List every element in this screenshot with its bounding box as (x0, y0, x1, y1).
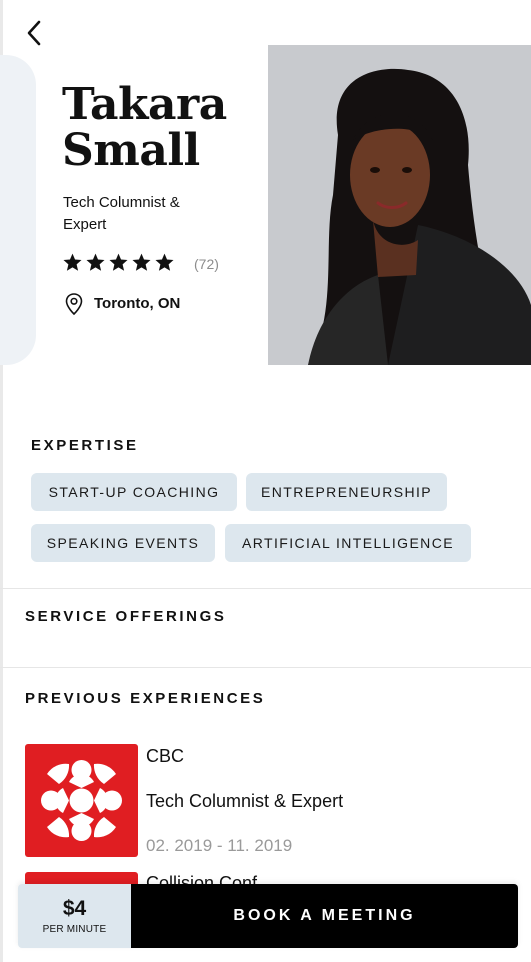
experience-role: Tech Columnist & Expert (146, 791, 344, 811)
rating-count: (72) (194, 256, 219, 272)
location-pin-icon (65, 293, 83, 316)
expertise-title: EXPERTISE (31, 437, 139, 454)
expertise-tag[interactable]: ARTIFICIAL INTELLIGENCE (225, 524, 471, 562)
cbc-gem-logo (25, 744, 138, 857)
profile-name: Takara Small (62, 82, 227, 174)
service-offerings-title[interactable]: SERVICE OFFERINGS (25, 608, 226, 625)
price-unit: PER MINUTE (42, 924, 107, 935)
side-panel-tab[interactable] (0, 55, 36, 365)
star-icon (63, 253, 82, 271)
star-icon (132, 253, 151, 271)
rating-stars (62, 252, 175, 273)
profile-role: Tech Columnist & Expert (63, 194, 180, 233)
star-icon (86, 253, 105, 271)
book-meeting-button[interactable]: BOOK A MEETING (131, 884, 518, 948)
price-value: $4 (62, 897, 87, 920)
star-icon (109, 253, 128, 271)
previous-experiences-title: PREVIOUS EXPERIENCES (25, 690, 266, 707)
experience-company: CBC (146, 746, 185, 766)
section-divider (0, 588, 531, 589)
profile-name-line1: Takara (62, 79, 227, 130)
experience-dates: 02. 2019 - 11. 2019 (146, 836, 293, 855)
profile-name-line2: Small (62, 125, 200, 176)
price-box: $4 PER MINUTE (18, 884, 131, 948)
expertise-tag[interactable]: SPEAKING EVENTS (31, 524, 215, 562)
booking-bar: $4 PER MINUTE BOOK A MEETING (18, 884, 518, 948)
profile-photo (268, 45, 531, 365)
back-button[interactable] (22, 18, 48, 48)
profile-location: Toronto, ON (94, 295, 181, 312)
back-chevron-icon (27, 20, 41, 46)
expertise-tag[interactable]: ENTREPRENEURSHIP (246, 473, 447, 511)
expertise-tag[interactable]: START-UP COACHING (31, 473, 237, 511)
star-icon (155, 253, 174, 271)
section-divider (0, 667, 531, 668)
